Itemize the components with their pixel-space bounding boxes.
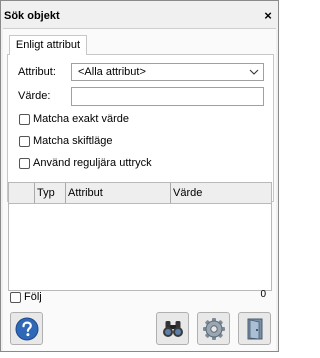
column-header-value[interactable]: Värde	[170, 183, 271, 203]
search-objects-dialog: Sök objekt × Enligt attribut Attribut: <…	[0, 0, 279, 352]
gear-icon	[203, 318, 225, 340]
use-regex-label: Använd reguljära uttryck	[33, 157, 152, 170]
dialog-title: Sök objekt	[4, 10, 60, 22]
results-table[interactable]: Typ Attribut Värde	[8, 182, 272, 291]
title-bar: Sök objekt ×	[1, 7, 278, 26]
help-icon	[15, 317, 39, 341]
attribute-label: Attribut:	[18, 66, 56, 78]
value-input[interactable]	[71, 87, 264, 106]
follow-checkbox[interactable]: Följ	[10, 291, 42, 303]
match-exact-label: Matcha exakt värde	[33, 113, 129, 126]
column-header-type[interactable]: Typ	[34, 183, 65, 203]
binoculars-icon	[163, 321, 183, 337]
dialog-content: Enligt attribut Attribut: <Alla attribut…	[3, 28, 276, 351]
checkbox-box[interactable]	[19, 135, 30, 147]
settings-button[interactable]	[197, 312, 230, 345]
tab-panel: Attribut: <Alla attribut> Värde: Matcha …	[7, 54, 274, 202]
checkbox-box[interactable]	[19, 157, 30, 169]
search-button[interactable]	[156, 312, 189, 345]
results-table-header: Typ Attribut Värde	[9, 183, 271, 204]
column-header-attribute[interactable]: Attribut	[65, 183, 170, 203]
match-case-label: Matcha skiftläge	[33, 135, 113, 148]
value-label: Värde:	[18, 90, 51, 102]
match-exact-checkbox[interactable]: Matcha exakt värde	[19, 113, 129, 127]
result-count: 0	[260, 289, 266, 300]
follow-label: Följ	[24, 291, 42, 304]
match-case-checkbox[interactable]: Matcha skiftläge	[19, 135, 112, 149]
close-button[interactable]: ×	[262, 9, 274, 23]
tab-by-attribute[interactable]: Enligt attribut	[9, 35, 87, 55]
door-icon	[247, 318, 263, 340]
checkbox-box[interactable]	[19, 113, 30, 125]
checkbox-box[interactable]	[10, 291, 21, 303]
exit-button[interactable]	[238, 312, 271, 345]
chevron-down-icon	[249, 69, 259, 75]
help-button[interactable]	[10, 312, 43, 345]
use-regex-checkbox[interactable]: Använd reguljära uttryck	[19, 157, 152, 171]
attribute-select-value: <Alla attribut>	[78, 66, 146, 78]
attribute-select[interactable]: <Alla attribut>	[71, 63, 264, 81]
